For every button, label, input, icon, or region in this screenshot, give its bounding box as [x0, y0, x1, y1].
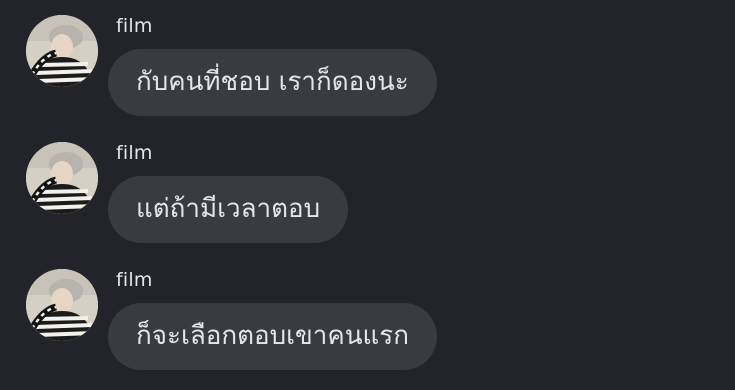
- avatar[interactable]: [26, 269, 98, 341]
- sender-name: film: [116, 15, 153, 37]
- message-row: film กับคนที่ชอบ เราก็ดองนะ: [0, 0, 735, 120]
- message-bubble[interactable]: แต่ถ้ามีเวลาตอบ: [108, 176, 349, 243]
- message-row: film แต่ถ้ามีเวลาตอบ: [0, 127, 735, 247]
- avatar[interactable]: [26, 15, 98, 87]
- message-bubble[interactable]: ก็จะเลือกตอบเขาคนแรก: [108, 303, 438, 370]
- sender-name: film: [116, 142, 153, 164]
- avatar-photo-icon: [26, 269, 98, 341]
- message-row: film ก็จะเลือกตอบเขาคนแรก: [0, 254, 735, 374]
- sender-name: film: [116, 269, 153, 291]
- message-thread: film กับคนที่ชอบ เราก็ดองนะ film แต่ถ้าม…: [0, 0, 735, 390]
- avatar[interactable]: [26, 142, 98, 214]
- avatar-photo-icon: [26, 15, 98, 87]
- avatar-photo-icon: [26, 142, 98, 214]
- message-bubble[interactable]: กับคนที่ชอบ เราก็ดองนะ: [108, 49, 437, 116]
